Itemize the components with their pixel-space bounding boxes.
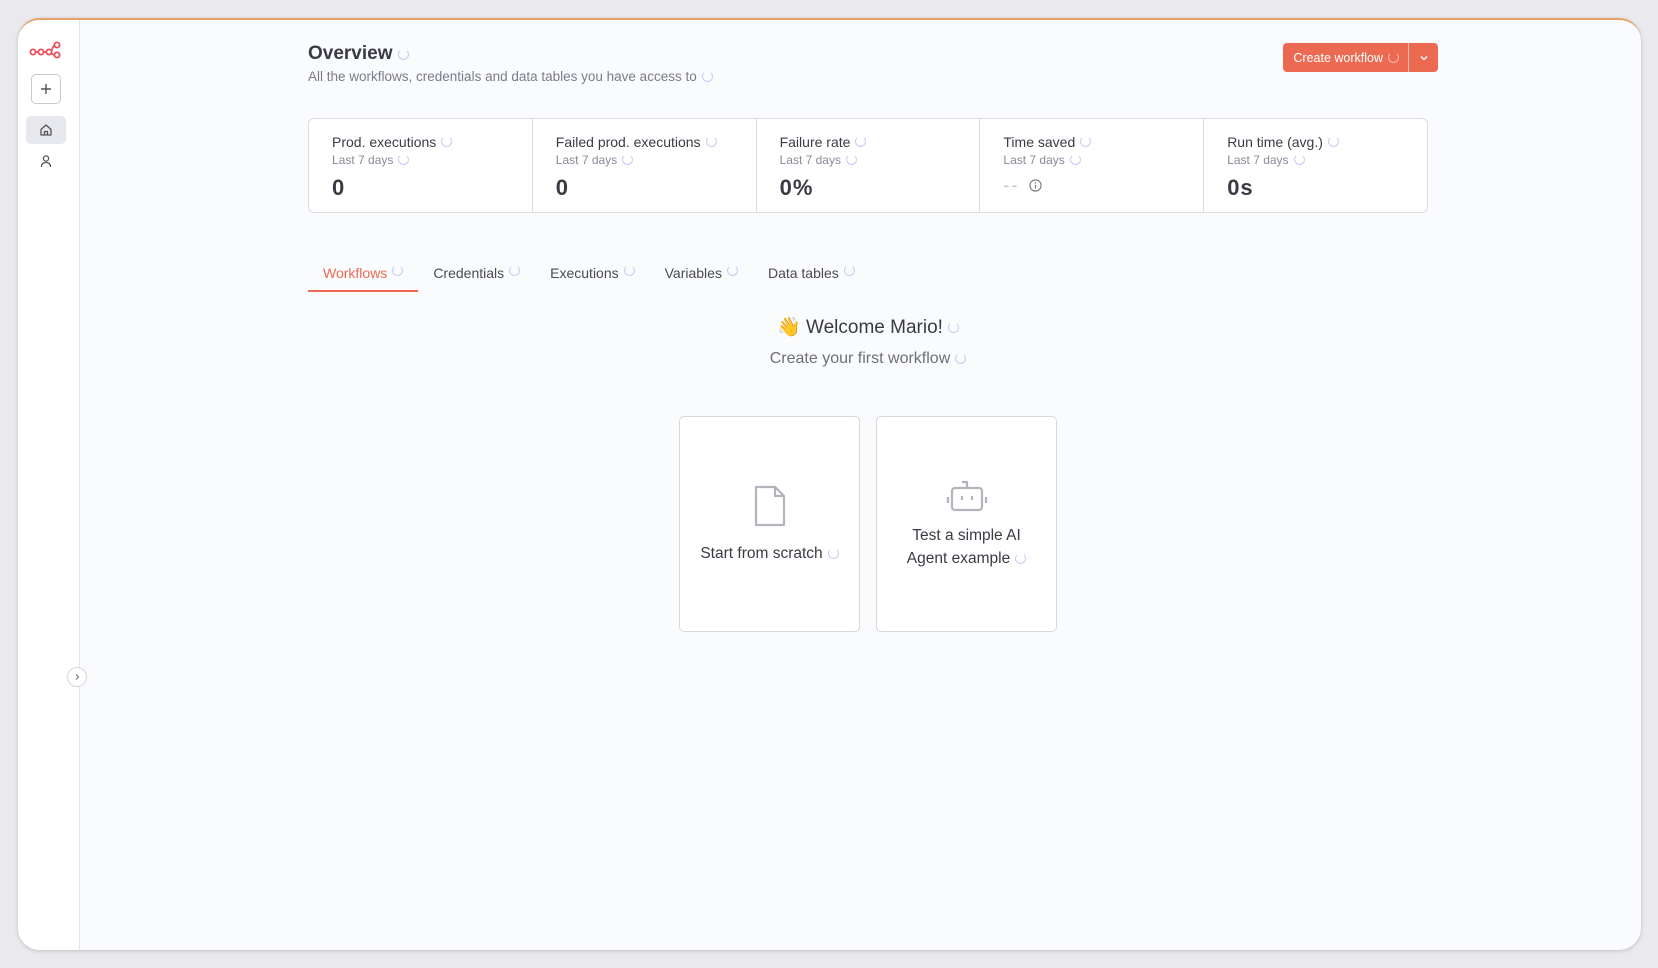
create-workflow-group: Create workflow xyxy=(1283,43,1438,72)
welcome-heading: 👋 Welcome Mario! xyxy=(308,315,1428,339)
stat-failure-rate[interactable]: Failure rate Last 7 days 0% xyxy=(757,119,981,212)
stat-run-time-avg[interactable]: Run time (avg.) Last 7 days 0s xyxy=(1204,119,1427,212)
loading-spinner-icon xyxy=(845,154,857,165)
n8n-logo-icon[interactable] xyxy=(29,40,61,60)
stat-value: 0s xyxy=(1227,175,1254,200)
sidebar-collapse-button[interactable] xyxy=(67,667,87,687)
ai-agent-example-card[interactable]: Test a simple AI Agent example xyxy=(876,416,1057,632)
loading-spinner-icon xyxy=(843,265,855,276)
create-workflow-label: Create workflow xyxy=(1293,50,1383,65)
tab-label: Executions xyxy=(550,265,619,281)
main-content: Overview All the workflows, credentials … xyxy=(308,20,1438,950)
stat-value: 0% xyxy=(779,175,814,200)
home-icon xyxy=(40,124,52,136)
welcome-subtitle: Create your first workflow xyxy=(308,350,1428,368)
tab-data-tables[interactable]: Data tables xyxy=(753,265,870,292)
tab-label: Variables xyxy=(664,265,722,281)
loading-spinner-icon xyxy=(623,265,635,276)
loading-spinner-icon xyxy=(1388,52,1399,63)
starter-cards: Start from scratch Test a simple AI Agen… xyxy=(679,416,1057,632)
stat-prod-executions[interactable]: Prod. executions Last 7 days 0 xyxy=(309,119,533,212)
sidebar xyxy=(18,20,87,950)
page-subtitle: All the workflows, credentials and data … xyxy=(308,69,713,84)
chevron-right-icon xyxy=(75,674,80,680)
create-workflow-button[interactable]: Create workflow xyxy=(1283,43,1408,72)
loading-spinner-icon xyxy=(397,48,409,60)
loading-spinner-icon xyxy=(392,265,404,276)
new-item-button[interactable] xyxy=(31,74,61,104)
chevron-down-icon xyxy=(1420,55,1427,60)
plus-icon xyxy=(41,84,51,94)
welcome-title: Welcome Mario! xyxy=(806,317,943,338)
user-icon xyxy=(40,155,52,168)
loading-spinner-icon xyxy=(855,136,867,147)
card-label: Start from scratch xyxy=(700,544,823,562)
stat-value: 0 xyxy=(555,175,570,200)
loading-spinner-icon xyxy=(398,154,410,165)
page-title-text: Overview xyxy=(308,43,393,64)
loading-spinner-icon xyxy=(1327,136,1339,147)
stat-label: Prod. executions xyxy=(332,133,437,150)
loading-spinner-icon xyxy=(1293,154,1305,165)
stat-value: -- xyxy=(1003,175,1020,195)
info-icon[interactable] xyxy=(1029,179,1043,192)
file-icon xyxy=(754,485,785,526)
stat-period: Last 7 days xyxy=(1003,152,1065,167)
loading-spinner-icon xyxy=(955,353,967,365)
stat-label: Run time (avg.) xyxy=(1227,133,1323,150)
insights-summary: Prod. executions Last 7 days 0 Failed pr… xyxy=(308,118,1428,213)
stat-period: Last 7 days xyxy=(779,152,841,167)
stat-label: Failed prod. executions xyxy=(555,133,701,150)
stat-failed-prod-executions[interactable]: Failed prod. executions Last 7 days 0 xyxy=(533,119,757,212)
page-title: Overview xyxy=(308,43,409,65)
loading-spinner-icon xyxy=(1015,553,1027,565)
stat-period: Last 7 days xyxy=(332,152,394,167)
stat-period: Last 7 days xyxy=(1227,152,1289,167)
loading-spinner-icon xyxy=(1080,136,1092,147)
loading-spinner-icon xyxy=(947,322,959,334)
sidebar-item-user[interactable] xyxy=(31,146,61,176)
start-from-scratch-card[interactable]: Start from scratch xyxy=(679,416,860,632)
loading-spinner-icon xyxy=(701,71,713,82)
card-label: Test a simple AI Agent example xyxy=(906,527,1021,567)
loading-spinner-icon xyxy=(509,265,521,276)
loading-spinner-icon xyxy=(705,136,717,147)
loading-spinner-icon xyxy=(441,136,453,147)
loading-spinner-icon xyxy=(726,265,738,276)
stat-label: Time saved xyxy=(1003,133,1076,150)
tab-bar: Workflows Credentials Executions Variabl… xyxy=(308,265,870,292)
tab-variables[interactable]: Variables xyxy=(650,265,753,292)
waving-hand-emoji: 👋 xyxy=(777,317,801,338)
create-workflow-dropdown-button[interactable] xyxy=(1408,43,1438,72)
stat-value: 0 xyxy=(332,175,346,200)
tab-workflows[interactable]: Workflows xyxy=(308,265,419,292)
loading-spinner-icon xyxy=(622,154,634,165)
tab-label: Credentials xyxy=(433,265,505,281)
stat-period: Last 7 days xyxy=(555,152,618,167)
loading-spinner-icon xyxy=(827,547,839,559)
stat-time-saved[interactable]: Time saved Last 7 days -- xyxy=(980,119,1205,212)
tab-executions[interactable]: Executions xyxy=(535,265,649,292)
stat-label: Failure rate xyxy=(779,133,851,150)
robot-icon xyxy=(946,480,987,512)
page-subtitle-text: All the workflows, credentials and data … xyxy=(308,69,697,84)
welcome-subtitle-text: Create your first workflow xyxy=(769,350,951,367)
tab-label: Workflows xyxy=(323,265,388,281)
sidebar-item-home[interactable] xyxy=(26,116,66,144)
app-window: Overview All the workflows, credentials … xyxy=(18,18,1641,950)
tab-credentials[interactable]: Credentials xyxy=(418,265,535,292)
tab-label: Data tables xyxy=(767,265,839,281)
loading-spinner-icon xyxy=(1069,154,1081,165)
